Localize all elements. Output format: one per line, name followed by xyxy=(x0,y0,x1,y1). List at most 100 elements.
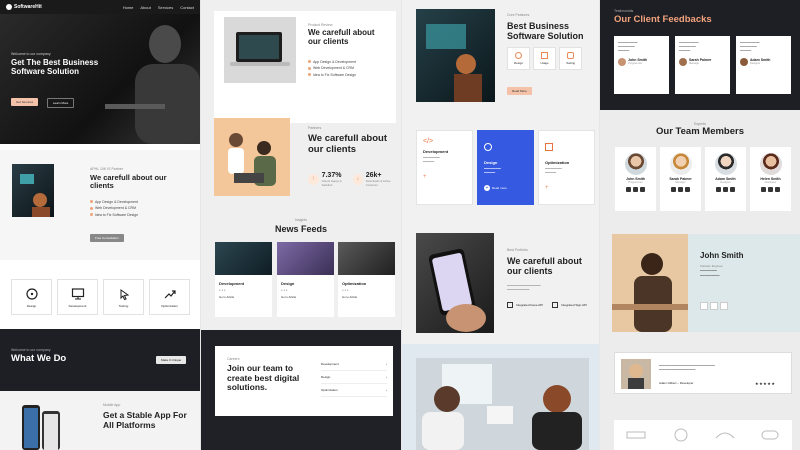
product-review-section: Product Review We carefull about our cli… xyxy=(214,11,396,123)
partner-logos xyxy=(614,420,792,450)
about-kicker: APHL 10K IS Partner xyxy=(90,167,123,171)
job-item[interactable]: Development › xyxy=(321,358,387,371)
read-more-button[interactable]: Read More xyxy=(507,87,532,95)
news-card[interactable]: Design ● ● ● Go to Article xyxy=(277,242,334,317)
news-title: News Feeds xyxy=(274,224,328,234)
about-title: We carefull about our clients xyxy=(90,173,167,191)
news-card[interactable]: Optimization ● ● ● Go to Article xyxy=(338,242,395,317)
arrow-up-icon: ↑ xyxy=(308,173,319,185)
feedback-card: ▬▬▬▬▬▬▬ ▬▬▬▬▬▬ ▬▬▬▬ Adam Smith Designer xyxy=(736,36,791,94)
team-card[interactable]: John Smith Programmer xyxy=(615,147,656,211)
profile-photo xyxy=(612,234,688,332)
check-item: Idea to Fix Software Design xyxy=(308,73,398,77)
facebook-icon[interactable] xyxy=(716,187,721,192)
get-services-button[interactable]: Get Services xyxy=(11,98,39,106)
linkedin-icon[interactable] xyxy=(720,302,728,310)
code-icon: </> xyxy=(423,138,434,145)
women-working-image xyxy=(416,358,589,450)
linkedin-icon[interactable] xyxy=(640,187,645,192)
avatar xyxy=(740,57,748,66)
feature-design[interactable]: Design xyxy=(507,47,530,70)
avatar xyxy=(618,57,626,66)
design-read-more-button[interactable]: + Read more xyxy=(478,175,533,201)
twitter-icon[interactable] xyxy=(710,302,718,310)
fb-kicker: Testimonials xyxy=(614,9,634,13)
team-card[interactable]: Helen Smith Developer xyxy=(750,147,791,211)
cursor-click-icon xyxy=(120,288,129,300)
brand-logo[interactable]: SoftwareHit xyxy=(6,4,42,10)
free-consultation-button[interactable]: Free Consultation xyxy=(90,234,124,242)
twitter-icon[interactable] xyxy=(723,187,728,192)
linkedin-icon[interactable] xyxy=(730,187,735,192)
trend-up-icon xyxy=(164,289,176,298)
facebook-icon[interactable] xyxy=(761,187,766,192)
api-icon xyxy=(507,302,513,308)
developer-image xyxy=(416,9,495,102)
partner-logo xyxy=(761,430,779,440)
hero-section: Welcome to our company Get The Best Busi… xyxy=(0,14,200,144)
laptop-image xyxy=(224,17,296,83)
service-card-testing[interactable]: Testing xyxy=(103,279,144,315)
chevron-right-icon: › xyxy=(386,362,387,366)
check-icon xyxy=(90,213,93,216)
facebook-icon[interactable] xyxy=(626,187,631,192)
nav-link-home[interactable]: Home xyxy=(123,5,134,10)
service-optimization[interactable]: Optimization ▬▬▬▬▬▬ ▬▬▬▬ + xyxy=(538,130,595,205)
linkedin-icon[interactable] xyxy=(775,187,780,192)
twitter-icon[interactable] xyxy=(633,187,638,192)
chevron-right-icon: › xyxy=(386,375,387,379)
about-image xyxy=(12,164,54,217)
partner-logo xyxy=(626,431,646,439)
sec1-kicker: Product Review xyxy=(308,23,333,27)
careers-card: Careers Join our team to create best dig… xyxy=(215,346,393,416)
news-card[interactable]: Development ● ● ● Go to Article xyxy=(215,242,272,317)
testimonial-photo xyxy=(621,359,651,389)
linkedin-icon[interactable] xyxy=(685,187,690,192)
feature-testing[interactable]: Testing xyxy=(559,47,582,70)
read-article-link[interactable]: Go to Article xyxy=(277,292,334,302)
make-unique-button[interactable]: Make It Unique xyxy=(156,356,187,364)
facebook-icon[interactable] xyxy=(671,187,676,192)
nav-link-services[interactable]: Services xyxy=(158,5,173,10)
team-card[interactable]: Sarah Palmer Manager xyxy=(660,147,701,211)
read-article-link[interactable]: Go to Article xyxy=(338,292,395,302)
twitter-icon[interactable] xyxy=(678,187,683,192)
template-preview-4: Testimonials Our Client Feedbacks ▬▬▬▬▬▬… xyxy=(600,0,800,450)
feature-usage[interactable]: Usage xyxy=(533,47,556,70)
hero-kicker: Welcome to our company xyxy=(11,52,51,56)
target-icon xyxy=(478,131,533,156)
service-card-design[interactable]: Design xyxy=(11,279,52,315)
read-article-link[interactable]: Go to Article xyxy=(215,292,272,302)
job-item[interactable]: Optimization › xyxy=(321,384,387,397)
learn-more-button[interactable]: Learn More xyxy=(47,98,75,108)
team-card[interactable]: Adam Smith Designer xyxy=(705,147,746,211)
nav-link-contact[interactable]: Contact xyxy=(180,5,194,10)
plus-icon: + xyxy=(484,184,490,191)
check-icon xyxy=(90,206,93,210)
nav-link-about[interactable]: About xyxy=(140,5,150,10)
app-kicker: Mobile App xyxy=(103,403,121,407)
profile-role: Software Engineer xyxy=(700,264,724,268)
facebook-icon[interactable] xyxy=(700,302,708,310)
feature-sign-api: Integrated Sign API xyxy=(552,302,587,308)
team-photo xyxy=(714,153,737,175)
feedback-card: ▬▬▬▬▬▬▬ ▬▬▬▬▬▬ ▬▬▬▬ Sarah Palmer Manager xyxy=(675,36,730,94)
service-card-development[interactable]: Development xyxy=(57,279,98,315)
api-icon xyxy=(552,302,558,308)
app-section: Mobile App Get a Stable App For All Plat… xyxy=(0,391,200,450)
check-icon xyxy=(308,60,311,63)
app-title: Get a Stable App For All Platforms xyxy=(103,410,187,430)
brand-name: SoftwareHit xyxy=(14,4,42,10)
service-design[interactable]: Design ▬▬▬▬▬▬ ▬▬▬▬ + Read more xyxy=(477,130,534,205)
monitor-icon xyxy=(71,287,84,299)
service-development[interactable]: </> Development ▬▬▬▬▬▬ ▬▬▬▬ + xyxy=(416,130,473,205)
service-card-optimization[interactable]: Optimization xyxy=(149,279,190,315)
sec2-title: We carefull about our clients xyxy=(308,133,388,155)
usage-icon xyxy=(541,52,548,59)
job-item[interactable]: Design › xyxy=(321,371,387,384)
twitter-icon[interactable] xyxy=(768,187,773,192)
what-we-do-section: Welcome to our company What We Do Make I… xyxy=(0,329,200,391)
news-kicker: Insights xyxy=(294,218,308,222)
check-item: Idea to Fix Software Design xyxy=(90,213,190,217)
top-title: Best Business Software Solution xyxy=(507,21,584,42)
